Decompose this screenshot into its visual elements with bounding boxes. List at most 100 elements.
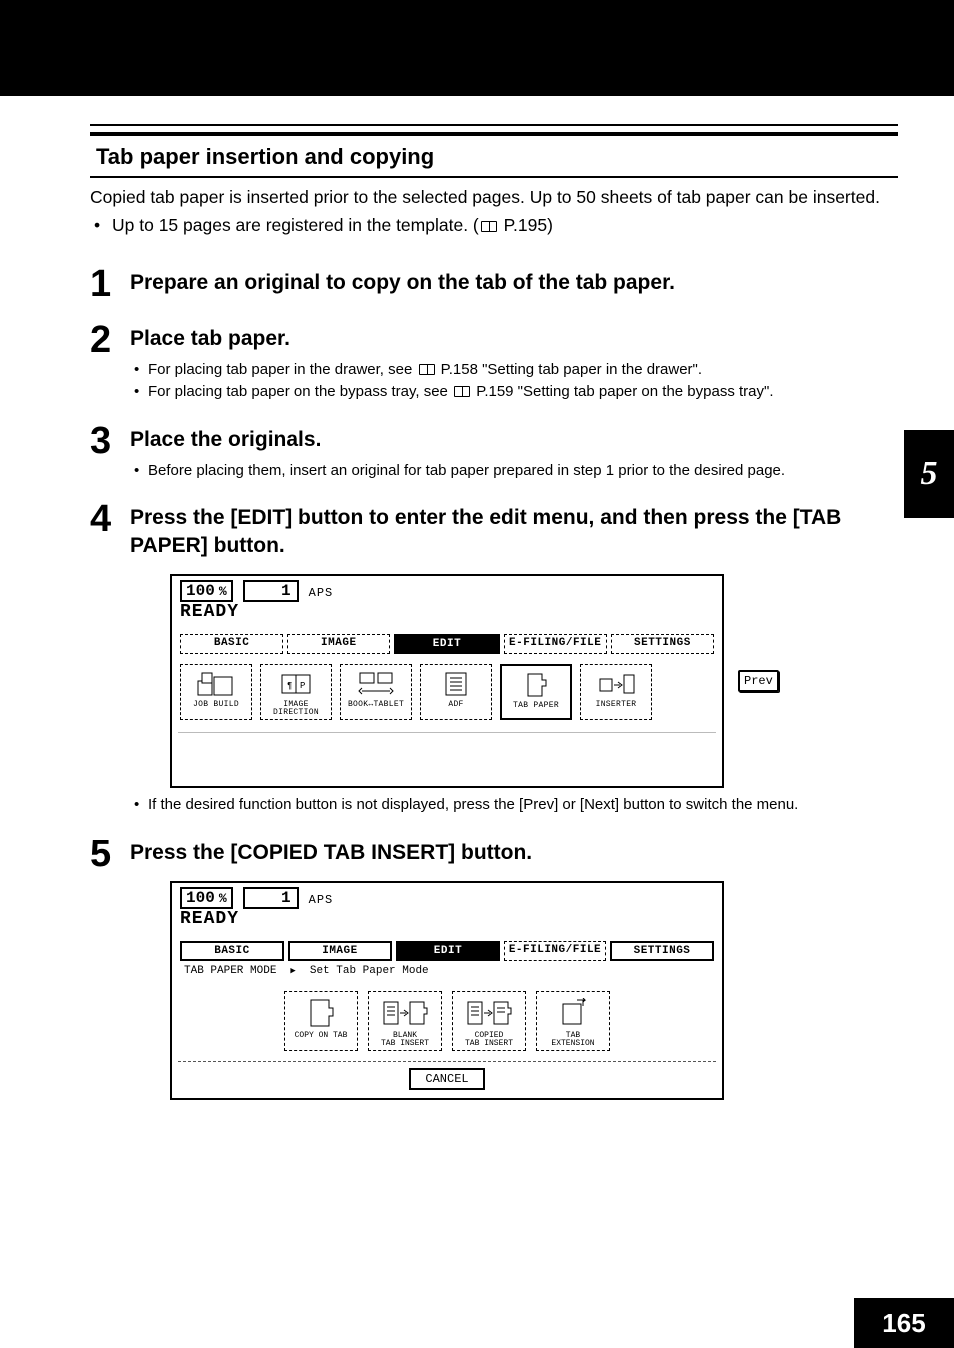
- step-1: 1 Prepare an original to copy on the tab…: [90, 265, 898, 303]
- btn-label: BLANK TAB INSERT: [381, 1032, 429, 1049]
- cancel-button[interactable]: CANCEL: [409, 1068, 484, 1090]
- prev-button[interactable]: Prev: [738, 670, 779, 692]
- book-tablet-button[interactable]: BOOK↔TABLET: [340, 664, 412, 721]
- tab-settings[interactable]: SETTINGS: [610, 941, 714, 961]
- adf-button[interactable]: ADF: [420, 664, 492, 721]
- page-number: 165: [854, 1298, 954, 1348]
- zoom-indicator: 100%: [180, 580, 233, 602]
- step-after-note-list: If the desired function button is not di…: [130, 794, 898, 817]
- step-after-note: If the desired function button is not di…: [130, 794, 898, 817]
- step-sub-text: For placing tab paper on the bypass tray…: [148, 383, 452, 400]
- btn-label: COPY ON TAB: [295, 1032, 348, 1040]
- rule-heavy: [90, 132, 898, 136]
- zoom-indicator: 100%: [180, 887, 233, 909]
- btn-label: JOB BUILD: [193, 701, 239, 709]
- screen-spacer: [178, 732, 716, 782]
- step-sub-list: Before placing them, insert an original …: [130, 460, 898, 483]
- step-sub-item: For placing tab paper on the bypass tray…: [130, 381, 898, 404]
- tab-edit[interactable]: EDIT: [396, 941, 500, 961]
- edit-icon-row: JOB BUILD ¶P IMAGE DIRECTION: [172, 654, 722, 727]
- step-title: Prepare an original to copy on the tab o…: [130, 269, 898, 297]
- btn-label: INSERTER: [596, 701, 637, 709]
- blank-tab-insert-button[interactable]: BLANK TAB INSERT: [368, 991, 442, 1052]
- btn-label: BOOK↔TABLET: [348, 701, 404, 709]
- step-sub-ref: P.159 "Setting tab paper on the bypass t…: [472, 383, 773, 400]
- copy-on-tab-icon: [287, 996, 355, 1030]
- tab-efiling-file[interactable]: E-FILING/FILE: [504, 634, 607, 654]
- step-title: Press the [COPIED TAB INSERT] button.: [130, 839, 898, 867]
- copied-tab-insert-icon: [455, 996, 523, 1030]
- tab-paper-icon: [504, 670, 568, 700]
- tab-row: BASIC IMAGE EDIT E-FILING/FILE SETTINGS: [172, 634, 722, 654]
- book-icon: [419, 364, 435, 375]
- tab-extension-icon: [539, 996, 607, 1030]
- step-title: Press the [EDIT] button to enter the edi…: [130, 504, 898, 559]
- zoom-value: 100: [186, 582, 215, 600]
- book-icon: [481, 221, 497, 232]
- zoom-pct: %: [219, 891, 227, 906]
- tab-efiling-file[interactable]: E-FILING/FILE: [504, 941, 606, 961]
- tab-edit[interactable]: EDIT: [394, 634, 499, 654]
- section-title: Tab paper insertion and copying: [96, 144, 898, 170]
- status-ready: READY: [172, 909, 722, 935]
- intro-bullet-ref: P.195): [499, 215, 553, 235]
- step-number: 4: [90, 500, 130, 538]
- job-build-icon: [183, 669, 249, 699]
- tab-settings[interactable]: SETTINGS: [611, 634, 714, 654]
- copy-on-tab-button[interactable]: COPY ON TAB: [284, 991, 358, 1052]
- inserter-button[interactable]: INSERTER: [580, 664, 652, 721]
- step-5: 5 Press the [COPIED TAB INSERT] button. …: [90, 835, 898, 1107]
- inserter-icon: [583, 669, 649, 699]
- tab-extension-button[interactable]: TAB EXTENSION: [536, 991, 610, 1052]
- tab-basic[interactable]: BASIC: [180, 941, 284, 961]
- step-sub-text: Before placing them, insert an original …: [148, 462, 785, 479]
- chapter-tab: 5: [904, 430, 954, 518]
- tab-paper-button[interactable]: TAB PAPER: [500, 664, 572, 721]
- mode-label: TAB PAPER MODE: [184, 965, 276, 977]
- intro-bullet-list: Up to 15 pages are registered in the tem…: [90, 214, 898, 238]
- step-2: 2 Place tab paper. For placing tab paper…: [90, 321, 898, 404]
- step-sub-text: For placing tab paper in the drawer, see: [148, 361, 417, 378]
- status-ready: READY: [172, 602, 722, 628]
- step-4: 4 Press the [EDIT] button to enter the e…: [90, 500, 898, 817]
- step-number: 3: [90, 422, 130, 460]
- step-title: Place tab paper.: [130, 325, 898, 353]
- btn-label: TAB PAPER: [513, 702, 559, 710]
- step-sub-item: For placing tab paper in the drawer, see…: [130, 359, 898, 382]
- btn-label: IMAGE DIRECTION: [263, 701, 329, 718]
- tab-basic[interactable]: BASIC: [180, 634, 283, 654]
- step-title: Place the originals.: [130, 426, 898, 454]
- job-build-button[interactable]: JOB BUILD: [180, 664, 252, 721]
- step-number: 2: [90, 321, 130, 359]
- zoom-value: 100: [186, 889, 215, 907]
- tab-image[interactable]: IMAGE: [288, 941, 392, 961]
- intro-bullet: Up to 15 pages are registered in the tem…: [90, 214, 898, 238]
- image-direction-icon: ¶P: [263, 669, 329, 699]
- book-tablet-icon: [343, 669, 409, 699]
- copy-count: 1: [243, 887, 299, 909]
- rule-thin: [90, 124, 898, 126]
- step-number: 1: [90, 265, 130, 303]
- zoom-pct: %: [219, 584, 227, 599]
- mode-hint: Set Tab Paper Mode: [310, 965, 429, 977]
- step-3: 3 Place the originals. Before placing th…: [90, 422, 898, 482]
- step-sub-ref: P.158 "Setting tab paper in the drawer".: [437, 361, 703, 378]
- triangle-icon: ▶: [290, 966, 295, 976]
- step-sub-item: Before placing them, insert an original …: [130, 460, 898, 483]
- adf-icon: [423, 669, 489, 699]
- svg-text:P: P: [300, 681, 305, 691]
- tab-paper-mode-row: TAB PAPER MODE ▶ Set Tab Paper Mode: [172, 961, 722, 981]
- step-sub-list: For placing tab paper in the drawer, see…: [130, 359, 898, 404]
- btn-label: COPIED TAB INSERT: [465, 1032, 513, 1049]
- copied-tab-insert-button[interactable]: COPIED TAB INSERT: [452, 991, 526, 1052]
- svg-text:¶: ¶: [287, 681, 292, 691]
- mode-button-row: COPY ON TAB BLANK TAB INSERT: [172, 981, 722, 1058]
- lcd-screen-edit-menu: 100% 1 APS READY BASIC IMAGE EDIT E-FILI…: [170, 574, 724, 789]
- blank-tab-insert-icon: [371, 996, 439, 1030]
- btn-label: ADF: [448, 701, 463, 709]
- tab-image[interactable]: IMAGE: [287, 634, 390, 654]
- step-number: 5: [90, 835, 130, 873]
- top-black-band: [0, 0, 954, 96]
- section-intro: Copied tab paper is inserted prior to th…: [90, 186, 898, 210]
- image-direction-button[interactable]: ¶P IMAGE DIRECTION: [260, 664, 332, 721]
